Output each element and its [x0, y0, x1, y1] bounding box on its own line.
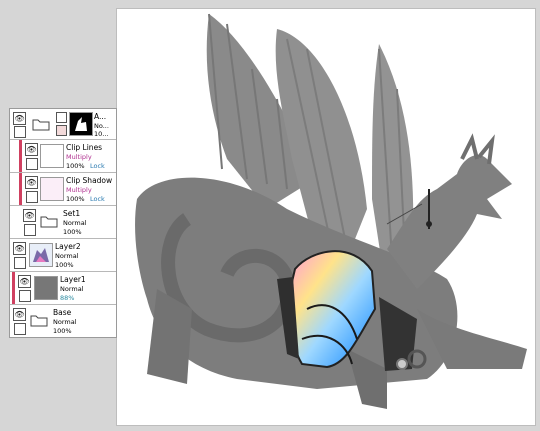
eye-icon[interactable]: 👁 — [13, 242, 26, 255]
layer-thumbnail[interactable] — [29, 243, 53, 267]
lock-checkbox[interactable] — [24, 224, 36, 236]
layer-opacity: 100% — [63, 228, 82, 236]
mask-silhouette-icon — [75, 117, 87, 131]
layer-row-base[interactable]: 👁 Base Normal 100% — [10, 305, 116, 337]
folder-icon — [30, 315, 48, 327]
layer-mode: Normal — [63, 219, 87, 227]
eye-icon[interactable]: 👁 — [18, 275, 31, 288]
layer-name: Clip Shadow — [66, 176, 113, 185]
lock-checkbox[interactable] — [14, 126, 26, 138]
layer-thumbnail[interactable] — [34, 276, 58, 300]
layer-name: A... — [94, 112, 107, 121]
layer-name: Layer1 — [60, 275, 86, 284]
layer-thumbnail[interactable] — [40, 144, 64, 168]
layer-opacity: 88% — [60, 294, 75, 302]
layer-name: Base — [53, 308, 72, 317]
dragon-artwork — [135, 13, 527, 409]
clipping-indicator — [19, 173, 22, 205]
clipping-indicator — [19, 140, 22, 172]
eye-icon[interactable]: 👁 — [25, 143, 38, 156]
layer-name: Clip Lines — [66, 143, 103, 152]
lock-label: Lock — [90, 195, 105, 203]
layer-mode: Normal — [60, 285, 84, 293]
layer-opacity: 100% — [55, 261, 74, 269]
layer-row-mask-folder[interactable]: 👁 A... No... 10... — [10, 109, 116, 140]
mask-icon[interactable] — [56, 112, 67, 123]
layer-name: Set1 — [63, 209, 81, 218]
layer-opacity: 100% — [66, 162, 85, 170]
drawing-canvas[interactable] — [116, 8, 536, 426]
layer-opacity: 100% — [53, 327, 72, 335]
mask-thumbnail[interactable] — [69, 112, 93, 136]
layer-row-clip-shadow[interactable]: 👁 Clip Shadow Multiply 100% Lock — [10, 173, 116, 206]
layer-name: Layer2 — [55, 242, 81, 251]
lock-label: Lock — [90, 162, 105, 170]
eye-icon[interactable]: 👁 — [25, 176, 38, 189]
layer-mode: Multiply — [66, 186, 92, 194]
layer-row-set1[interactable]: 👁 Set1 Normal 100% — [10, 206, 116, 239]
dragon-thumbnail-icon — [33, 248, 49, 262]
lock-checkbox[interactable] — [14, 257, 26, 269]
layer-mode: Normal — [55, 252, 79, 260]
layer-panel: 👁 A... No... 10... 👁 Clip Lines Multiply… — [9, 108, 117, 338]
eye-icon[interactable]: 👁 — [23, 209, 36, 222]
folder-icon — [32, 119, 50, 131]
lock-checkbox[interactable] — [26, 191, 38, 203]
lock-checkbox[interactable] — [19, 290, 31, 302]
eye-icon[interactable]: 👁 — [13, 112, 26, 125]
layer-opacity: 100% — [66, 195, 85, 203]
layer-row-layer1[interactable]: 👁 Layer1 Normal 88% — [10, 272, 116, 305]
layer-row-clip-lines[interactable]: 👁 Clip Lines Multiply 100% Lock — [10, 140, 116, 173]
layer-mode: Multiply — [66, 153, 92, 161]
eye-icon[interactable]: 👁 — [13, 308, 26, 321]
mask-link-icon[interactable] — [56, 125, 67, 136]
folder-icon — [40, 216, 58, 228]
lock-checkbox[interactable] — [14, 323, 26, 335]
layer-row-layer2[interactable]: 👁 Layer2 Normal 100% — [10, 239, 116, 272]
layer-opacity: 10... — [94, 130, 109, 138]
layer-mode: Normal — [53, 318, 77, 326]
layer-mode: No... — [94, 122, 109, 130]
lock-checkbox[interactable] — [26, 158, 38, 170]
selected-indicator — [12, 272, 15, 304]
layer-thumbnail[interactable] — [40, 177, 64, 201]
